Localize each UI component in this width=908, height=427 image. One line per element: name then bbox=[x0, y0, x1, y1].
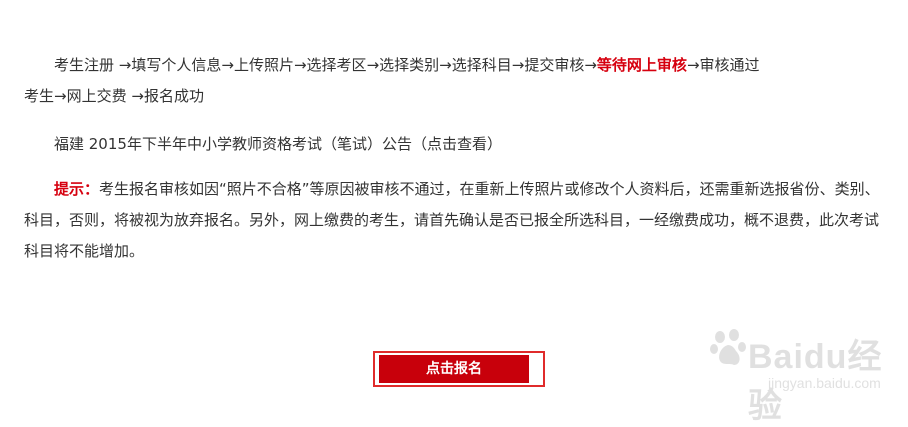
notice-paragraph: 提示：考生报名审核如因“照片不合格”等原因被审核不通过，在重新上传照片或修改个人… bbox=[24, 174, 886, 267]
notice-label: 提示： bbox=[54, 180, 100, 198]
baidu-watermark: Baidu经验 jingyan.baidu.com bbox=[708, 321, 888, 425]
paw-icon bbox=[710, 329, 746, 365]
register-button-frame: 点击报名 bbox=[373, 351, 545, 387]
step-6: 选择科目→ bbox=[451, 56, 525, 74]
announcement-link[interactable]: 福建 2015年下半年中小学教师资格考试（笔试）公告（点击查看） bbox=[54, 135, 502, 153]
step-11: 网上交费 → bbox=[66, 87, 144, 105]
step-5: 选择类别→ bbox=[379, 56, 452, 74]
step-10: 考生→ bbox=[24, 87, 67, 105]
watermark-url: jingyan.baidu.com bbox=[768, 375, 881, 391]
step-4: 选择考区→ bbox=[306, 56, 380, 74]
step-1: 考生注册 → bbox=[54, 56, 132, 74]
registration-steps: 考生注册 →填写个人信息→上传照片→选择考区→选择类别→选择科目→提交审核→等待… bbox=[24, 50, 886, 112]
step-2: 填写个人信息→ bbox=[131, 56, 234, 74]
step-9: 审核通过 bbox=[699, 56, 760, 74]
notice-text: 考生报名审核如因“照片不合格”等原因被审核不通过，在重新上传照片或修改个人资料后… bbox=[24, 180, 880, 260]
step-12: 报名成功 bbox=[143, 87, 204, 105]
step-7: 提交审核→ bbox=[524, 56, 597, 74]
announcement: 福建 2015年下半年中小学教师资格考试（笔试）公告（点击查看） bbox=[24, 129, 886, 160]
register-button[interactable]: 点击报名 bbox=[379, 355, 529, 383]
step-8-current: 等待网上审核→ bbox=[596, 56, 700, 74]
step-3: 上传照片→ bbox=[233, 56, 307, 74]
